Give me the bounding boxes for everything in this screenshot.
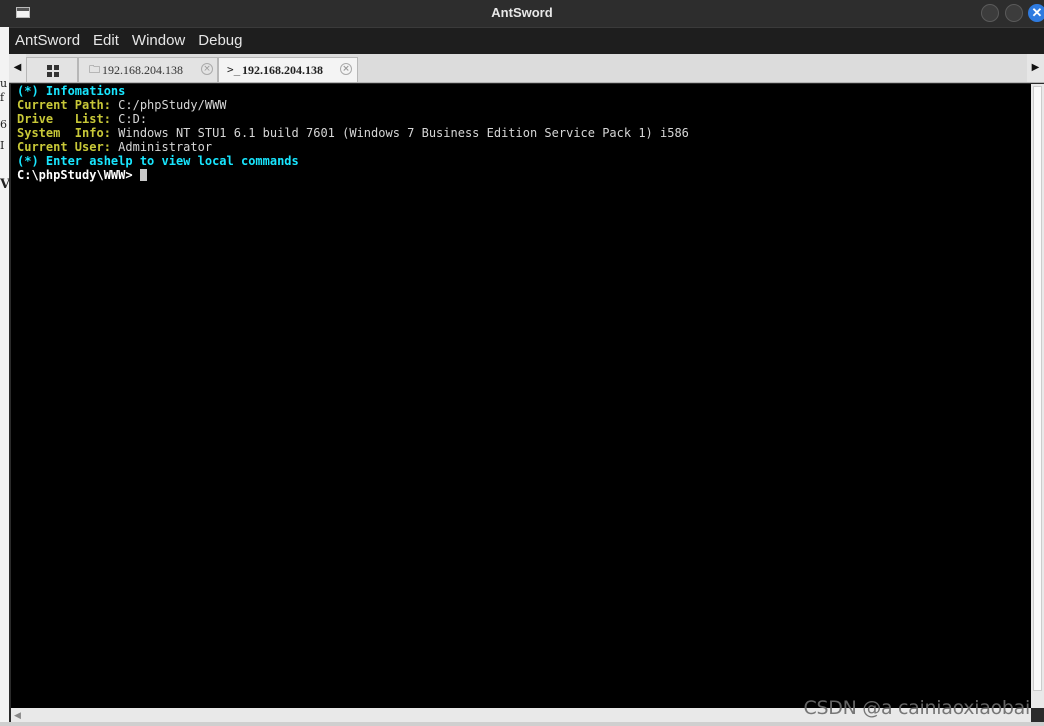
terminal-icon: >_ (227, 63, 241, 76)
grid-icon (47, 65, 59, 77)
info-value: C:D: (110, 112, 148, 126)
info-line: Drive List: C:D: (17, 112, 148, 126)
tab-terminal[interactable]: >_ 192.168.204.138 × (218, 57, 358, 82)
tab-home[interactable] (26, 57, 78, 82)
text-cursor (139, 169, 147, 181)
window-title: AntSword (491, 5, 553, 20)
info-key: Current User (17, 140, 104, 154)
tab-close-icon[interactable]: × (201, 63, 213, 75)
info-key: System Info (17, 126, 104, 140)
info-value: C:/phpStudy/WWW (110, 98, 227, 112)
tab-file-manager-label: 192.168.204.138 (102, 63, 183, 77)
scrollbar-thumb[interactable] (1033, 86, 1042, 691)
terminal-hint: (*) Enter ashelp to view local commands (17, 154, 299, 168)
scroll-left-arrow-icon[interactable]: ◀ (14, 710, 21, 721)
menu-edit[interactable]: Edit (93, 28, 119, 54)
watermark: CSDN @a cainiaoxiaobai (803, 697, 1031, 719)
menu-antsword[interactable]: AntSword (15, 28, 80, 54)
info-line: Current Path: C:/phpStudy/WWW (17, 98, 227, 112)
maximize-button[interactable] (1005, 4, 1023, 22)
folder-icon: 🗀 (89, 63, 100, 76)
info-value: Windows NT STU1 6.1 build 7601 (Windows … (110, 126, 689, 140)
tab-close-icon[interactable]: × (340, 63, 352, 75)
tab-scroll-left-button[interactable]: ◀ (9, 54, 26, 82)
prompt-line[interactable]: C:\phpStudy\WWW> (17, 168, 1031, 182)
terminal-output[interactable]: (*) Infomations Current Path: C:/phpStud… (11, 84, 1031, 708)
tab-scroll-right-button[interactable]: ▶ (1027, 54, 1044, 82)
minimize-button[interactable] (981, 4, 999, 22)
vertical-scrollbar[interactable] (1031, 84, 1044, 708)
menu-debug[interactable]: Debug (198, 28, 242, 54)
tab-bar: ◀ 🗀 192.168.204.138 × >_ 192.168.204.138… (9, 54, 1044, 83)
background-window-edge: u f 6 I V (0, 27, 10, 726)
tab-file-manager[interactable]: 🗀 192.168.204.138 × (78, 57, 218, 82)
info-value: Administrator (110, 140, 213, 154)
info-line: Current User: Administrator (17, 140, 213, 154)
info-line: System Info: Windows NT STU1 6.1 build 7… (17, 126, 689, 140)
menu-window[interactable]: Window (132, 28, 185, 54)
title-bar: AntSword ✕ (0, 0, 1044, 27)
command-prompt: C:\phpStudy\WWW> (17, 168, 133, 182)
close-button[interactable]: ✕ (1028, 4, 1044, 22)
tab-terminal-label: 192.168.204.138 (242, 63, 323, 77)
info-key: Drive List (17, 112, 104, 126)
info-key: Current Path (17, 98, 104, 112)
terminal-header: (*) Infomations (17, 84, 126, 98)
menu-bar: AntSword Edit Window Debug (9, 27, 1044, 54)
window-bottom-edge (0, 722, 1044, 726)
